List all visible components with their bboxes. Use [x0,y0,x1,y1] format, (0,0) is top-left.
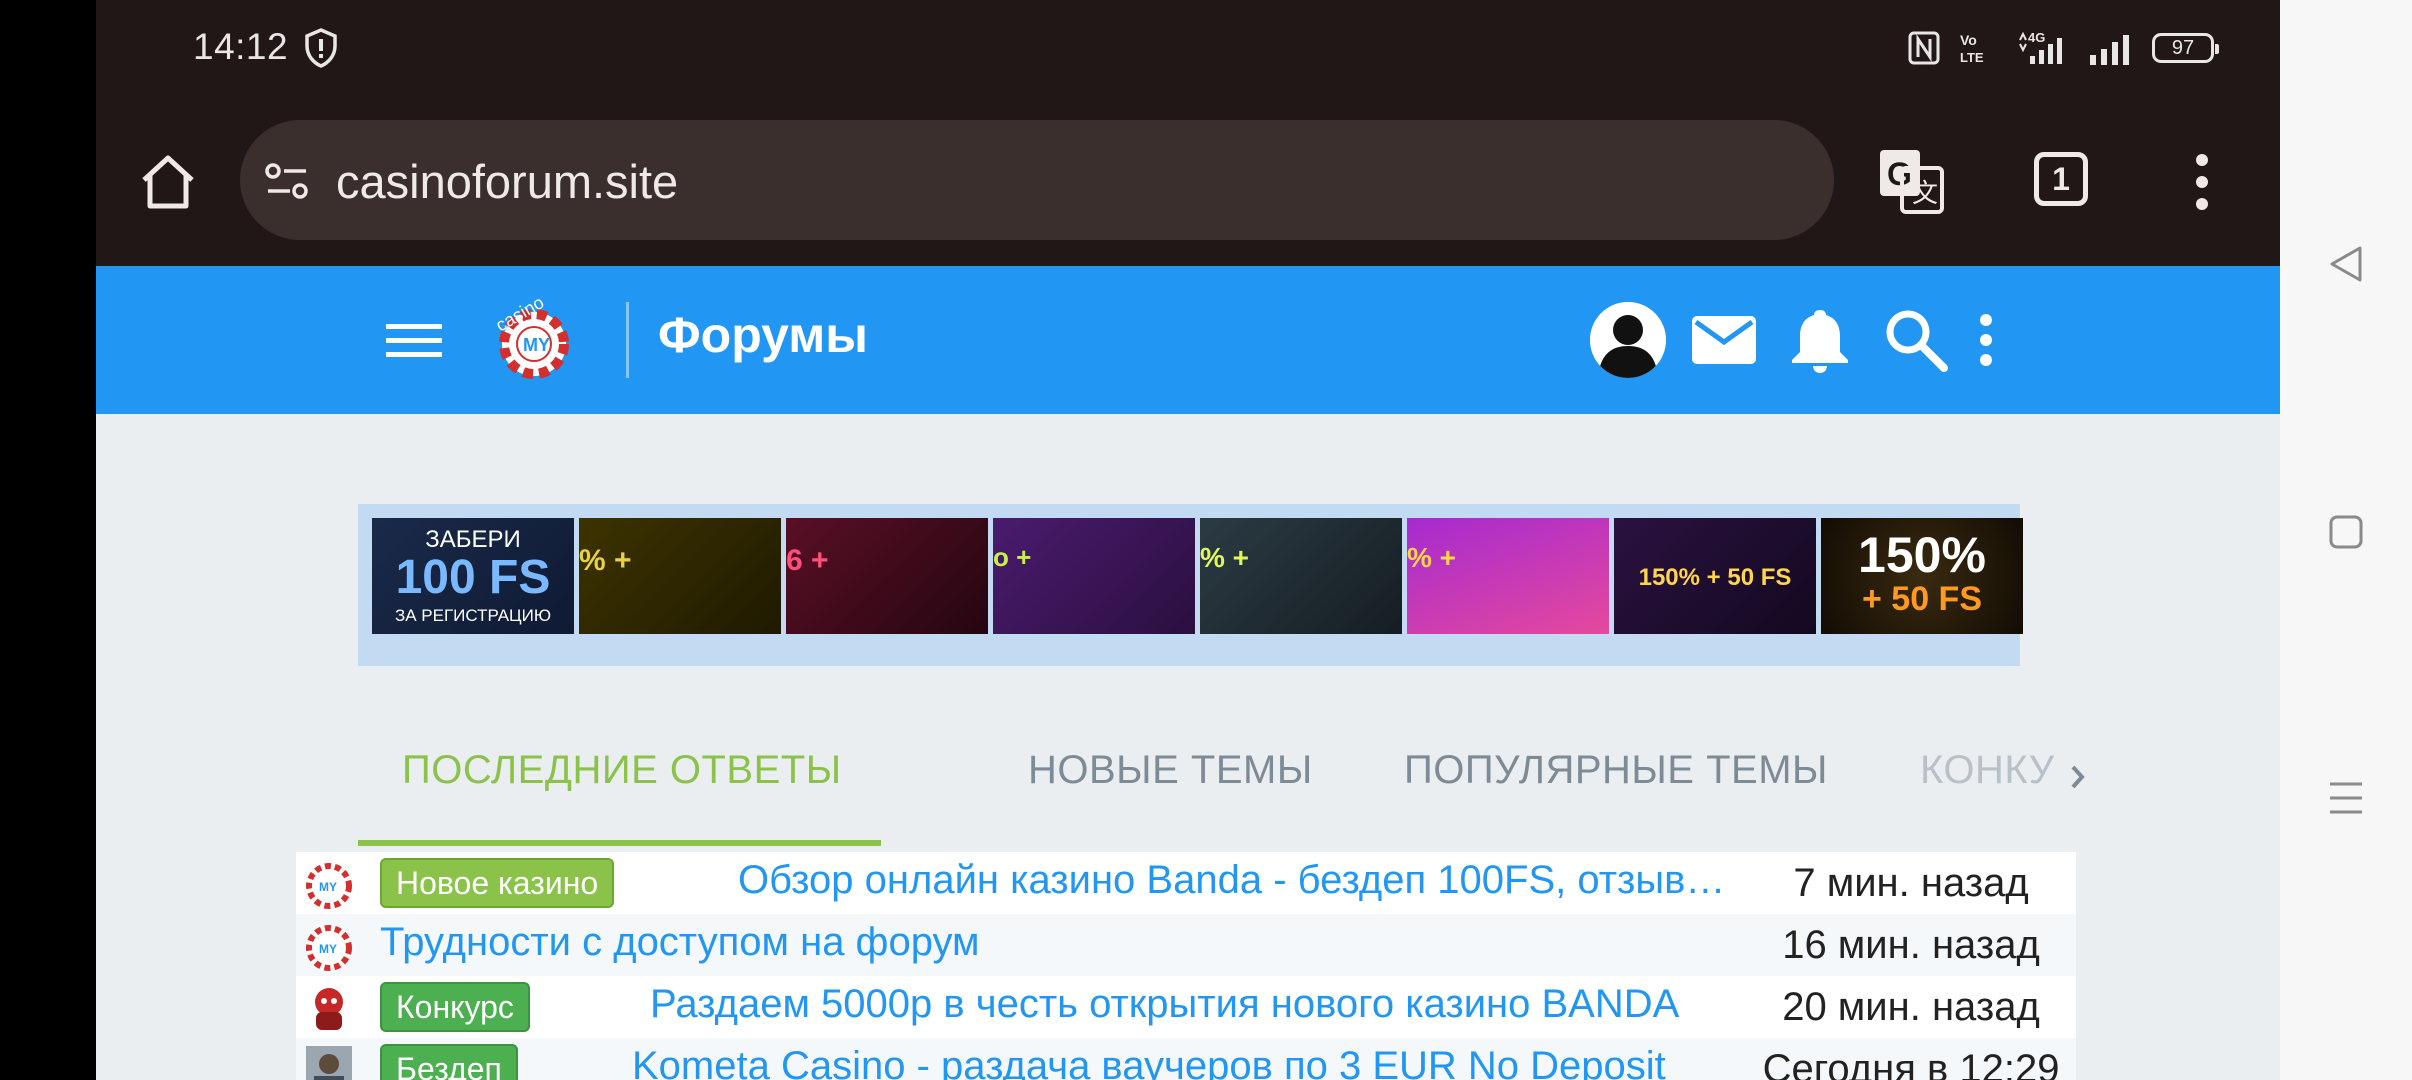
avatar: MY [306,863,352,909]
thread-title[interactable]: Kometa Casino - раздача ваучеров по 3 EU… [632,1044,1732,1080]
more-vert-icon[interactable] [2196,152,2208,212]
site-logo[interactable]: MY casino [488,286,578,386]
bell-icon[interactable] [1786,306,1854,374]
tab-new-threads[interactable]: НОВЫЕ ТЕМЫ [1028,748,1313,793]
svg-text:MY: MY [319,880,337,894]
avatar [306,1046,352,1080]
avatar [315,988,343,1030]
volte-icon: Vo LTE [1960,32,1984,65]
thread-time: 7 мин. назад [1746,852,2076,914]
nfc-icon [1908,31,1940,65]
page-title: Форумы [658,307,868,363]
banner-text: o + [993,542,1032,572]
thread-time: Сегодня в 12:29 [1746,1038,2076,1080]
status-bar: 14:12 Vo LTE 4G 97 [96,0,2280,100]
clock: 14:12 [193,26,289,67]
menu-icon[interactable] [2326,778,2366,818]
screen-bezel [0,0,96,1080]
tab-latest-replies[interactable]: ПОСЛЕДНИЕ ОТВЕТЫ [402,748,842,793]
promo-banner-6[interactable]: % + [1407,518,1609,634]
thread-prefix[interactable]: Бездеп [380,1044,518,1080]
thread-time: 20 мин. назад [1746,976,2076,1038]
svg-text:G: G [1887,156,1912,192]
signal-icon [2090,35,2129,65]
thread-prefix[interactable]: Новое казино [380,858,615,908]
promo-banner-strip: ЗАБЕРИ 100 FS ЗА РЕГИСТРАЦИЮ % + 6 + o +… [358,504,2023,666]
list-item[interactable]: MY Новое казино Обзор онлайн казино Band… [296,852,2076,915]
promo-banner-7[interactable]: 150% + 50 FS [1614,518,1816,634]
svg-text:4G: 4G [2028,30,2045,45]
header-divider [626,302,629,378]
banner-text: % + [579,544,632,577]
svg-text:LTE: LTE [1960,50,1984,65]
list-item[interactable]: Бездеп Kometa Casino - раздача ваучеров … [296,1038,2076,1080]
promo-banner-1[interactable]: ЗАБЕРИ 100 FS ЗА РЕГИСТРАЦИЮ [372,518,574,634]
promo-banner-8[interactable]: 150% + 50 FS [1821,518,2023,634]
promo-banner-5[interactable]: % + [1200,518,1402,634]
banner-text: % + [1200,542,1250,573]
status-icons: Vo LTE 4G 97 [1908,30,2219,66]
svg-text:文: 文 [1912,178,1938,208]
tab-contests[interactable]: КОНКУ [1920,748,2055,793]
svg-text:MY: MY [523,335,550,355]
avatar: MY [306,925,352,971]
system-nav-bar [2280,0,2412,1080]
banner-text: 150% [1858,527,1986,583]
back-icon[interactable] [2328,244,2364,284]
svg-text:MY: MY [319,942,337,956]
svg-text:Vo: Vo [1960,32,1977,48]
site-header: MY casino Форумы [96,266,2280,414]
banner-text: 150% + 50 FS [1638,564,1792,591]
thread-tabs: ПОСЛЕДНИЕ ОТВЕТЫ НОВЫЕ ТЕМЫ ПОПУЛЯРНЫЕ Т… [358,720,2085,850]
promo-banner-2[interactable]: % + [579,518,781,634]
thread-title[interactable]: Раздаем 5000р в честь открытия нового ка… [650,982,1730,1027]
mail-icon[interactable] [1690,306,1758,374]
search-icon[interactable] [1882,306,1950,374]
banner-text: 100 FS [395,551,551,604]
banner-text: 6 + [786,544,829,577]
address-bar[interactable]: casinoforum.site [240,120,1834,240]
thread-time: 16 мин. назад [1746,914,2076,976]
home-icon[interactable] [136,150,200,214]
translate-icon[interactable]: G 文 [1876,146,1946,216]
banner-text: % + [1407,542,1457,573]
signal-4g-icon: 4G [2019,30,2062,64]
recents-icon[interactable] [2328,514,2364,550]
promo-banner-4[interactable]: o + [993,518,1195,634]
user-silhouette-icon [1590,302,1666,378]
banner-text: ЗА РЕГИСТРАЦИЮ [394,606,552,625]
banner-text: + 50 FS [1861,580,1982,618]
more-vert-icon[interactable] [1976,306,1996,374]
menu-icon[interactable] [386,318,442,362]
shield-icon [305,28,337,68]
site-settings-icon[interactable] [264,162,310,200]
url-text[interactable]: casinoforum.site [336,154,678,209]
thread-title[interactable]: Обзор онлайн казино Banda - бездеп 100FS… [738,858,1738,903]
chevron-right-icon[interactable] [2068,762,2088,792]
tab-popular-threads[interactable]: ПОПУЛЯРНЫЕ ТЕМЫ [1404,748,1828,793]
list-item[interactable]: MY Трудности с доступом на форум 16 мин.… [296,914,2076,977]
tabs-icon[interactable]: 1 [2034,152,2088,206]
thread-prefix[interactable]: Конкурс [380,982,530,1032]
active-tab-indicator [358,840,881,846]
list-item[interactable]: Конкурс Раздаем 5000р в честь открытия н… [296,976,2076,1039]
battery-indicator: 97 [2152,33,2219,63]
promo-banner-3[interactable]: 6 + [786,518,988,634]
thread-title[interactable]: Трудности с доступом на форум [380,920,1680,965]
browser-toolbar: casinoforum.site G 文 1 [96,100,2280,266]
browser-screen: 14:12 Vo LTE 4G 97 casinoforum.site G 文 … [96,0,2280,1080]
avatar[interactable] [1590,302,1666,378]
